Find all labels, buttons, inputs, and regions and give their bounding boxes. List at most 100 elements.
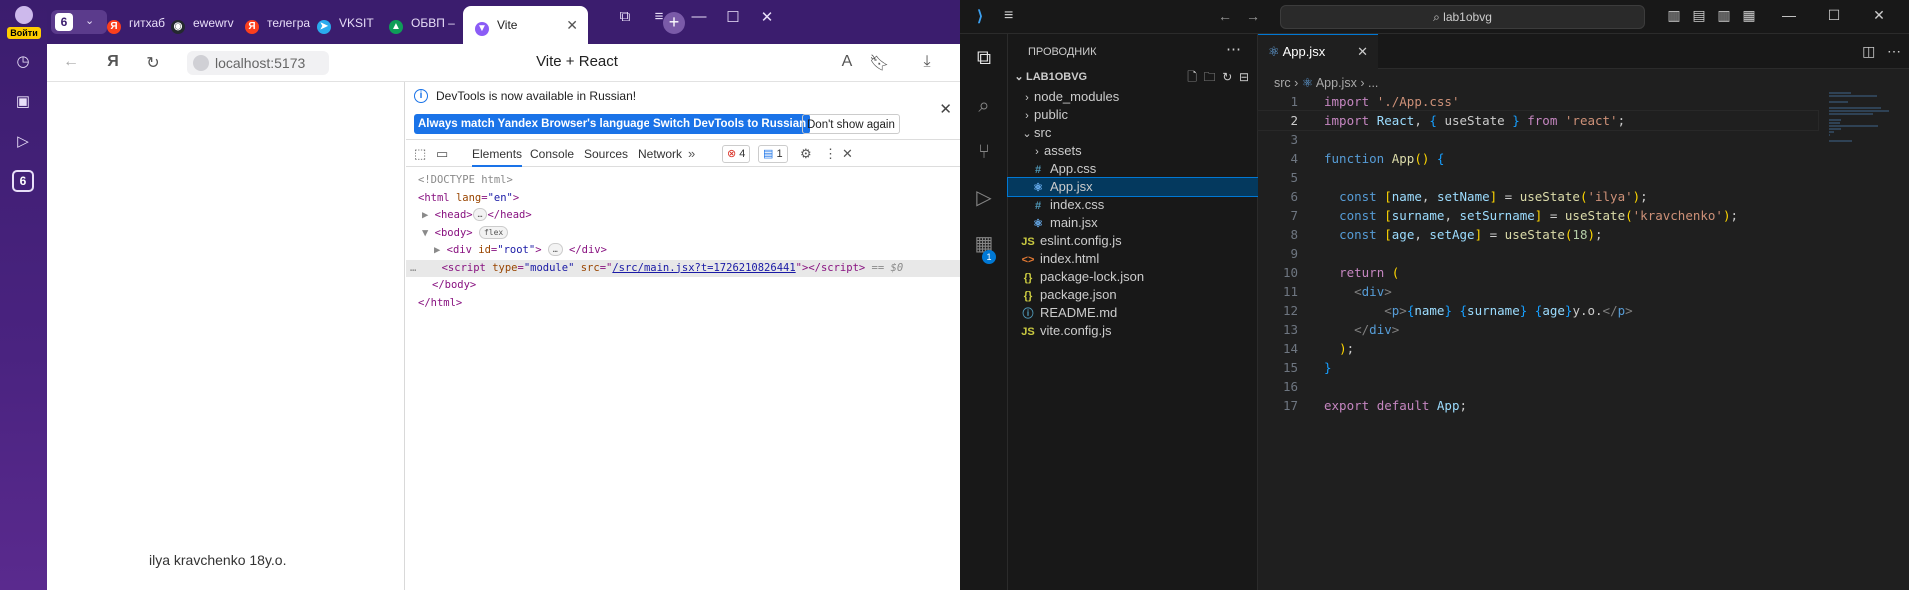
new-folder-icon[interactable]: 🗀︎ bbox=[1204, 70, 1216, 84]
menu-icon[interactable]: ≡ bbox=[1004, 7, 1013, 25]
code-line[interactable]: 7 const [surname, setSurname] = useState… bbox=[1258, 206, 1818, 225]
explorer-icon[interactable]: ⧉ bbox=[972, 46, 996, 70]
breadcrumb-file[interactable]: App.jsx bbox=[1316, 76, 1357, 90]
collections-icon[interactable]: ▣ bbox=[11, 90, 35, 114]
more-icon[interactable]: ⋯ bbox=[1226, 40, 1241, 58]
collapse-icon[interactable]: ⊟ bbox=[1239, 70, 1249, 84]
switch-russian-button[interactable]: Switch DevTools to Russian bbox=[649, 114, 811, 134]
tab-sources[interactable]: Sources bbox=[584, 147, 628, 161]
folder-item[interactable]: › assets bbox=[1008, 142, 1258, 160]
more-icon[interactable]: ⋯ bbox=[1887, 43, 1901, 59]
code-line[interactable]: 3 bbox=[1258, 130, 1818, 149]
maximize-icon[interactable]: ☐ bbox=[1825, 7, 1843, 24]
errors-badge[interactable]: ⊗ 4 bbox=[722, 145, 751, 163]
code-line[interactable]: 4 function App() { bbox=[1258, 149, 1818, 168]
editor-tab-app-jsx[interactable]: ⚛ App.jsx ✕ bbox=[1258, 34, 1378, 69]
toggle-secondary-icon[interactable]: ▥ bbox=[1715, 7, 1733, 24]
code-line[interactable]: 15} bbox=[1258, 358, 1818, 377]
code-line[interactable]: 5 bbox=[1258, 168, 1818, 187]
new-file-icon[interactable]: 🗋︎ bbox=[1187, 70, 1197, 84]
settings-icon[interactable]: ⚙ bbox=[800, 146, 812, 162]
file-item[interactable]: ⓘ README.md bbox=[1008, 304, 1258, 322]
back-icon[interactable]: ← bbox=[1218, 8, 1232, 24]
translate-icon[interactable]: A bbox=[837, 53, 857, 71]
url-field[interactable]: localhost:5173 bbox=[187, 51, 329, 75]
more-tabs-icon[interactable]: » bbox=[688, 146, 695, 161]
toggle-sidebar-icon[interactable]: ▥ bbox=[1665, 7, 1683, 24]
code-line[interactable]: 12 <p>{name} {surname} {age}y.o.</p> bbox=[1258, 301, 1818, 320]
code-line[interactable]: 2 import React, { useState } from 'react'… bbox=[1257, 110, 1819, 131]
play-icon[interactable]: ▷ bbox=[11, 130, 35, 154]
browser-tab[interactable]: ◉ ewewrv bbox=[171, 8, 237, 38]
code-line[interactable]: 17 export default App; bbox=[1258, 396, 1818, 415]
minimap[interactable] bbox=[1829, 92, 1889, 172]
close-icon[interactable]: ✕ bbox=[1357, 35, 1368, 69]
ellipsis-pill[interactable]: … bbox=[472, 208, 488, 221]
code-line[interactable]: 10 return ( bbox=[1258, 263, 1818, 282]
close-window-icon[interactable]: ✕ bbox=[755, 8, 779, 26]
source-control-icon[interactable]: ⑂ bbox=[972, 140, 996, 164]
tab-count-button[interactable]: 6 ⌄ bbox=[51, 10, 107, 34]
bookmark-icon[interactable]: 🔖︎ bbox=[869, 53, 889, 73]
code-line[interactable]: 9 bbox=[1258, 244, 1818, 263]
always-match-button[interactable]: Always match Yandex Browser's language bbox=[414, 114, 654, 134]
download-icon[interactable]: ⤓ bbox=[917, 53, 937, 71]
code-view[interactable]: 1 import './App.css' 2 import React, { useS… bbox=[1257, 92, 1819, 415]
file-item[interactable]: JS eslint.config.js bbox=[1008, 232, 1258, 250]
code-line[interactable]: 16 bbox=[1258, 377, 1818, 396]
command-center-search[interactable]: ⌕ lab1obvg bbox=[1280, 5, 1645, 29]
dom-html-close[interactable]: </html> bbox=[406, 295, 960, 313]
folder-item[interactable]: › node_modules bbox=[1008, 88, 1258, 106]
code-line[interactable]: 8 const [age, setAge] = useState(18); bbox=[1258, 225, 1818, 244]
tab-active[interactable]: ▼ Vite ✕ bbox=[463, 6, 588, 44]
search-icon[interactable]: ⌕ bbox=[972, 94, 996, 118]
reload-icon[interactable]: ↻ bbox=[143, 53, 163, 73]
forward-icon[interactable]: → bbox=[1246, 8, 1260, 24]
tabs-count-icon[interactable]: 6 bbox=[12, 170, 34, 192]
file-item[interactable]: # App.css bbox=[1008, 160, 1258, 178]
browser-tab[interactable]: Ятелегра bbox=[245, 8, 311, 38]
browser-tab[interactable]: ▲ ОБВП – bbox=[389, 8, 455, 38]
close-window-icon[interactable]: ✕ bbox=[1870, 7, 1888, 24]
refresh-icon[interactable]: ↻ bbox=[1222, 70, 1232, 84]
history-icon[interactable]: ◷ bbox=[11, 50, 35, 74]
minimize-icon[interactable]: — bbox=[687, 8, 711, 25]
browser-tab[interactable]: ➤ VKSIT bbox=[317, 8, 383, 38]
file-item[interactable]: ⚛ main.jsx bbox=[1008, 214, 1258, 232]
code-line[interactable]: 1 import './App.css' bbox=[1258, 92, 1818, 111]
tab-elements[interactable]: Elements bbox=[472, 147, 523, 167]
menu-icon[interactable]: ≡ bbox=[647, 8, 671, 25]
tab-network[interactable]: Network bbox=[638, 147, 682, 161]
dom-script-selected[interactable]: … <script type="module" src="/src/main.j… bbox=[406, 259, 960, 277]
back-icon[interactable]: ← bbox=[61, 53, 81, 71]
file-item[interactable]: JS vite.config.js bbox=[1008, 322, 1258, 340]
file-item[interactable]: ⚛ App.jsx bbox=[1007, 177, 1259, 197]
browser-tab[interactable]: Ягитхаб bbox=[107, 8, 173, 38]
dom-head[interactable]: ▶ <head>… </head> bbox=[406, 207, 960, 225]
file-item[interactable]: # index.css bbox=[1008, 196, 1258, 214]
folder-item[interactable]: ⌄ src bbox=[1008, 124, 1258, 142]
dom-doctype[interactable]: <!DOCTYPE html> bbox=[406, 172, 960, 190]
file-item[interactable]: {} package-lock.json bbox=[1008, 268, 1258, 286]
dom-html[interactable]: <html lang="en"> bbox=[406, 190, 960, 208]
tab-console[interactable]: Console bbox=[530, 147, 574, 161]
maximize-icon[interactable]: ☐ bbox=[721, 8, 745, 26]
dom-body[interactable]: ▼ <body> flex bbox=[406, 225, 960, 243]
dom-body-close[interactable]: </body> bbox=[406, 277, 960, 295]
run-debug-icon[interactable]: ▷ bbox=[972, 186, 996, 210]
code-line[interactable]: 14 ); bbox=[1258, 339, 1818, 358]
flex-pill[interactable]: flex bbox=[478, 225, 509, 239]
ellipsis-pill[interactable]: … bbox=[547, 243, 563, 256]
yandex-icon[interactable]: Я bbox=[103, 53, 123, 71]
code-line[interactable]: 6 const [name, setName] = useState('ilya… bbox=[1258, 187, 1818, 206]
device-icon[interactable]: ▭ bbox=[436, 146, 448, 162]
minimize-icon[interactable]: — bbox=[1780, 7, 1798, 23]
dom-div-root[interactable]: ▶ <div id="root"> … </div> bbox=[406, 242, 960, 260]
layout-icon[interactable]: ▦ bbox=[1740, 7, 1758, 24]
folder-item[interactable]: › public bbox=[1008, 106, 1258, 124]
bookmarks-icon[interactable]: ⧉ bbox=[613, 8, 637, 25]
inspect-icon[interactable]: ⬚ bbox=[414, 146, 426, 162]
code-line[interactable]: 11 <div> bbox=[1258, 282, 1818, 301]
split-editor-icon[interactable]: ◫ bbox=[1862, 43, 1875, 59]
profile-button[interactable]: Войти bbox=[4, 6, 44, 40]
